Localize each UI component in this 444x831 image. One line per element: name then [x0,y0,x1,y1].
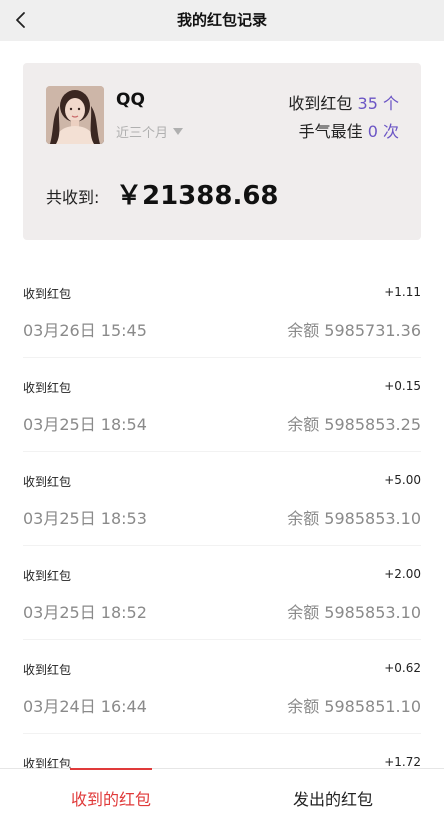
received-label: 收到红包 [288,94,353,113]
record-balance: 余额 5985731.36 [287,321,421,340]
list-item[interactable]: 收到红包 +0.15 03月25日 18:54 余额 5985853.25 [23,358,421,452]
list-item[interactable]: 收到红包 +2.00 03月25日 18:52 余额 5985853.10 [23,546,421,640]
tab-received[interactable]: 收到的红包 [0,769,222,829]
record-balance: 余额 5985851.10 [287,697,421,716]
list-item[interactable]: 收到红包 +1.11 03月26日 15:45 余额 5985731.36 [23,264,421,358]
record-amount: +1.72 [384,755,421,769]
nav-bar: 我的红包记录 [0,0,444,41]
avatar-image [46,86,104,144]
tab-received-label: 收到的红包 [70,790,151,809]
user-name: QQ [116,90,145,110]
received-count-stat: 收到红包 35 个 [288,90,399,114]
record-title: 收到红包 [23,569,72,583]
record-title: 收到红包 [23,287,72,301]
record-amount: +0.15 [384,379,421,393]
period-dropdown[interactable]: 近三个月 [116,122,184,141]
record-amount: +0.62 [384,661,421,675]
period-label: 近三个月 [116,126,169,141]
best-count: 0 次 [367,122,399,141]
caret-down-icon [173,128,184,135]
best-label: 手气最佳 [298,122,363,141]
record-amount: +2.00 [384,567,421,581]
tab-sent-label: 发出的红包 [292,790,373,809]
avatar[interactable] [46,86,104,144]
record-time: 03月25日 18:52 [23,603,147,622]
page-title: 我的红包记录 [176,11,267,29]
record-time: 03月25日 18:53 [23,509,147,528]
record-balance: 余额 5985853.10 [287,603,421,622]
received-count: 35 个 [357,94,399,113]
record-amount: +5.00 [384,473,421,487]
best-luck-stat: 手气最佳 0 次 [299,118,399,142]
tab-sent[interactable]: 发出的红包 [222,769,444,829]
bottom-tab-bar: 收到的红包 发出的红包 [0,768,444,829]
summary-card: QQ 近三个月 收到红包 35 个 手气最佳 0 次 共收到: ￥21388.6… [23,63,421,240]
record-balance: 余额 5985853.25 [287,415,421,434]
record-amount: +1.11 [384,285,421,299]
record-time: 03月25日 18:54 [23,415,147,434]
total-amount: ￥21388.68 [116,181,279,211]
record-title: 收到红包 [23,381,72,395]
record-time: 03月24日 16:44 [23,697,147,716]
record-balance: 余额 5985853.10 [287,509,421,528]
active-tab-indicator [70,768,152,770]
list-item[interactable]: 收到红包 +0.62 03月24日 16:44 余额 5985851.10 [23,640,421,734]
record-list: 收到红包 +1.11 03月26日 15:45 余额 5985731.36 收到… [0,264,444,828]
record-title: 收到红包 [23,475,72,489]
record-time: 03月26日 15:45 [23,321,147,340]
total-label: 共收到: [46,188,100,207]
list-item[interactable]: 收到红包 +5.00 03月25日 18:53 余额 5985853.10 [23,452,421,546]
record-title: 收到红包 [23,663,72,677]
